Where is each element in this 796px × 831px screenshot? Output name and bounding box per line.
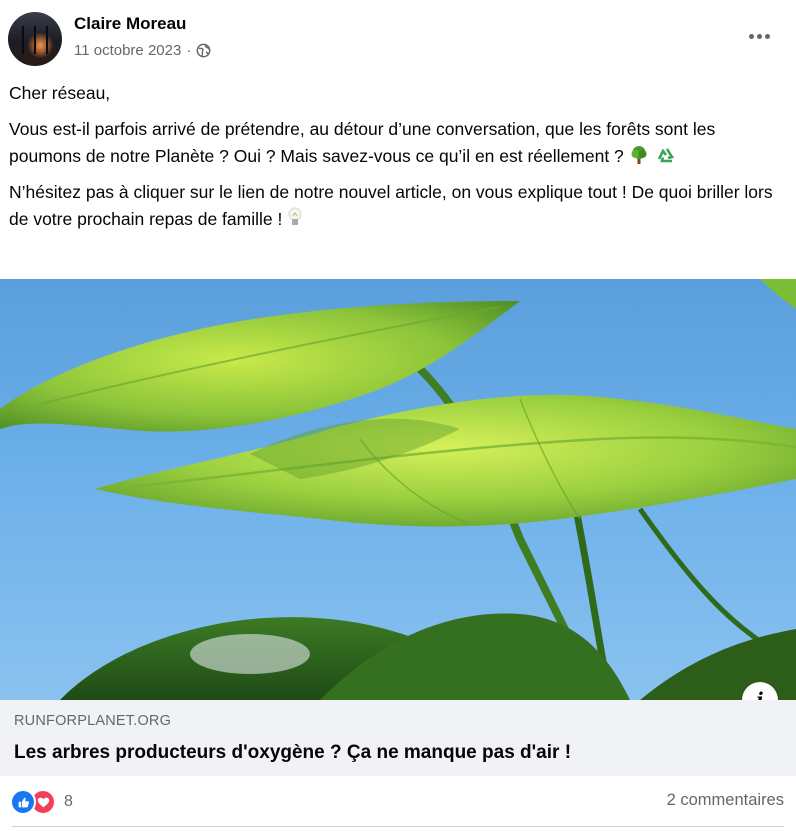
post-meta: 11 octobre 2023 · xyxy=(74,42,211,59)
tree-emoji xyxy=(631,146,647,164)
link-preview-image[interactable] xyxy=(0,279,796,700)
reaction-count: 8 xyxy=(64,793,73,810)
recycle-emoji xyxy=(657,148,674,163)
link-card[interactable]: RUNFORPLANET.ORG Les arbres producteurs … xyxy=(0,700,796,776)
author-name[interactable]: Claire Moreau xyxy=(74,14,186,34)
paragraph-2: N’hésitez pas à cliquer sur le lien de n… xyxy=(9,182,773,229)
paragraph-1: Vous est-il parfois arrivé de prétendre,… xyxy=(9,119,716,166)
facebook-post: Claire Moreau 11 octobre 2023 · Cher rés… xyxy=(0,0,796,831)
post-body: Cher réseau, Vous est-il parfois arrivé … xyxy=(9,80,784,242)
lightbulb-emoji xyxy=(288,207,302,225)
post-date[interactable]: 11 octobre 2023 xyxy=(74,42,181,59)
more-options-icon xyxy=(748,33,754,39)
comments-count-link[interactable]: 2 commentaires xyxy=(667,791,784,810)
reactions-summary[interactable]: 8 xyxy=(10,789,73,815)
link-domain: RUNFORPLANET.ORG xyxy=(14,713,172,729)
meta-separator: · xyxy=(186,42,192,59)
divider xyxy=(12,826,784,827)
avatar[interactable] xyxy=(8,12,62,66)
globe-icon[interactable] xyxy=(196,43,211,58)
more-options-button[interactable] xyxy=(746,26,772,46)
like-icon xyxy=(10,789,36,815)
greeting-text: Cher réseau, xyxy=(9,83,111,103)
link-title[interactable]: Les arbres producteurs d'oxygène ? Ça ne… xyxy=(14,742,571,764)
post-header: Claire Moreau 11 octobre 2023 · xyxy=(0,0,796,76)
